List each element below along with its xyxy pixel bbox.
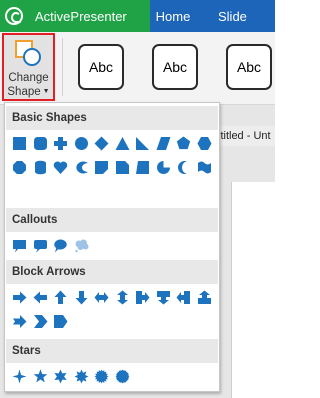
section-basic-shapes: Basic Shapes — [6, 106, 218, 130]
right-arrow-callout-icon[interactable] — [135, 290, 150, 305]
snip-corner-icon[interactable] — [115, 160, 130, 175]
rect-callout-icon[interactable] — [12, 238, 27, 253]
parallelogram-icon[interactable] — [156, 136, 171, 151]
right-arrow-icon[interactable] — [12, 290, 27, 305]
change-shape-icon — [15, 40, 41, 66]
rounded-callout-icon[interactable] — [33, 238, 48, 253]
shape-style-3[interactable]: Abc — [226, 44, 272, 90]
moon-icon[interactable] — [74, 160, 89, 175]
up-down-arrow-icon[interactable] — [115, 290, 130, 305]
shape-style-2[interactable]: Abc — [152, 44, 198, 90]
app-logo-icon — [5, 7, 23, 25]
dropdown-arrow-icon: ▼ — [42, 88, 50, 96]
star-4-icon[interactable] — [12, 369, 27, 384]
left-arrow-callout-icon[interactable] — [176, 290, 191, 305]
pie-icon[interactable] — [156, 160, 171, 175]
can-icon[interactable] — [33, 160, 48, 175]
pentagon-icon[interactable] — [176, 136, 191, 151]
rounded-rectangle-icon[interactable] — [33, 136, 48, 151]
diamond-icon[interactable] — [94, 136, 109, 151]
plus-icon[interactable] — [53, 136, 68, 151]
up-arrow-icon[interactable] — [53, 290, 68, 305]
section-stars: Stars — [6, 339, 218, 363]
star-6-icon[interactable] — [53, 369, 68, 384]
slide-canvas[interactable] — [232, 182, 275, 398]
tab-slide[interactable]: Slide — [218, 0, 247, 32]
chevron-icon[interactable] — [33, 314, 48, 329]
change-shape-dropdown: Basic Shapes Callouts Block Arrows Stars — [4, 102, 220, 392]
octagon-icon[interactable] — [12, 160, 27, 175]
right-triangle-icon[interactable] — [135, 136, 150, 151]
folded-corner-icon[interactable] — [94, 160, 109, 175]
left-right-arrow-icon[interactable] — [94, 290, 109, 305]
crescent-icon[interactable] — [176, 160, 191, 175]
change-shape-label: Change — [8, 72, 49, 84]
section-callouts: Callouts — [6, 208, 218, 232]
down-arrow-icon[interactable] — [74, 290, 89, 305]
wave-icon[interactable] — [197, 160, 212, 175]
heart-icon[interactable] — [53, 160, 68, 175]
hexagon-icon[interactable] — [197, 136, 212, 151]
down-arrow-callout-icon[interactable] — [156, 290, 171, 305]
ribbon: Change Shape ▼ Abc Abc Abc — [0, 32, 275, 105]
circle-icon[interactable] — [74, 136, 89, 151]
oval-callout-icon[interactable] — [53, 238, 68, 253]
document-tab[interactable]: ititled - Unt — [218, 126, 275, 146]
app-menu-button[interactable]: ActivePresenter — [0, 0, 150, 32]
app-name: ActivePresenter — [35, 8, 127, 24]
star-5-icon[interactable] — [33, 369, 48, 384]
rectangle-icon[interactable] — [12, 136, 27, 151]
star-16-icon[interactable] — [94, 369, 109, 384]
change-shape-label-2: Shape — [7, 86, 41, 98]
section-block-arrows: Block Arrows — [6, 260, 218, 284]
change-shape-button[interactable]: Change Shape ▼ — [2, 33, 55, 101]
pentagon-arrow-icon[interactable] — [53, 314, 68, 329]
triangle-icon[interactable] — [115, 136, 130, 151]
left-arrow-icon[interactable] — [33, 290, 48, 305]
notched-right-arrow-icon[interactable] — [12, 314, 27, 329]
shape-style-1[interactable]: Abc — [78, 44, 124, 90]
up-arrow-callout-icon[interactable] — [197, 290, 212, 305]
title-bar: ActivePresenter Home Slide — [0, 0, 275, 32]
trapezoid-icon[interactable] — [135, 160, 150, 175]
star-8-icon[interactable] — [74, 369, 89, 384]
tab-home[interactable]: Home — [150, 0, 196, 32]
star-24-icon[interactable] — [115, 369, 130, 384]
cloud-callout-icon[interactable] — [74, 238, 89, 253]
ribbon-divider — [62, 38, 63, 96]
